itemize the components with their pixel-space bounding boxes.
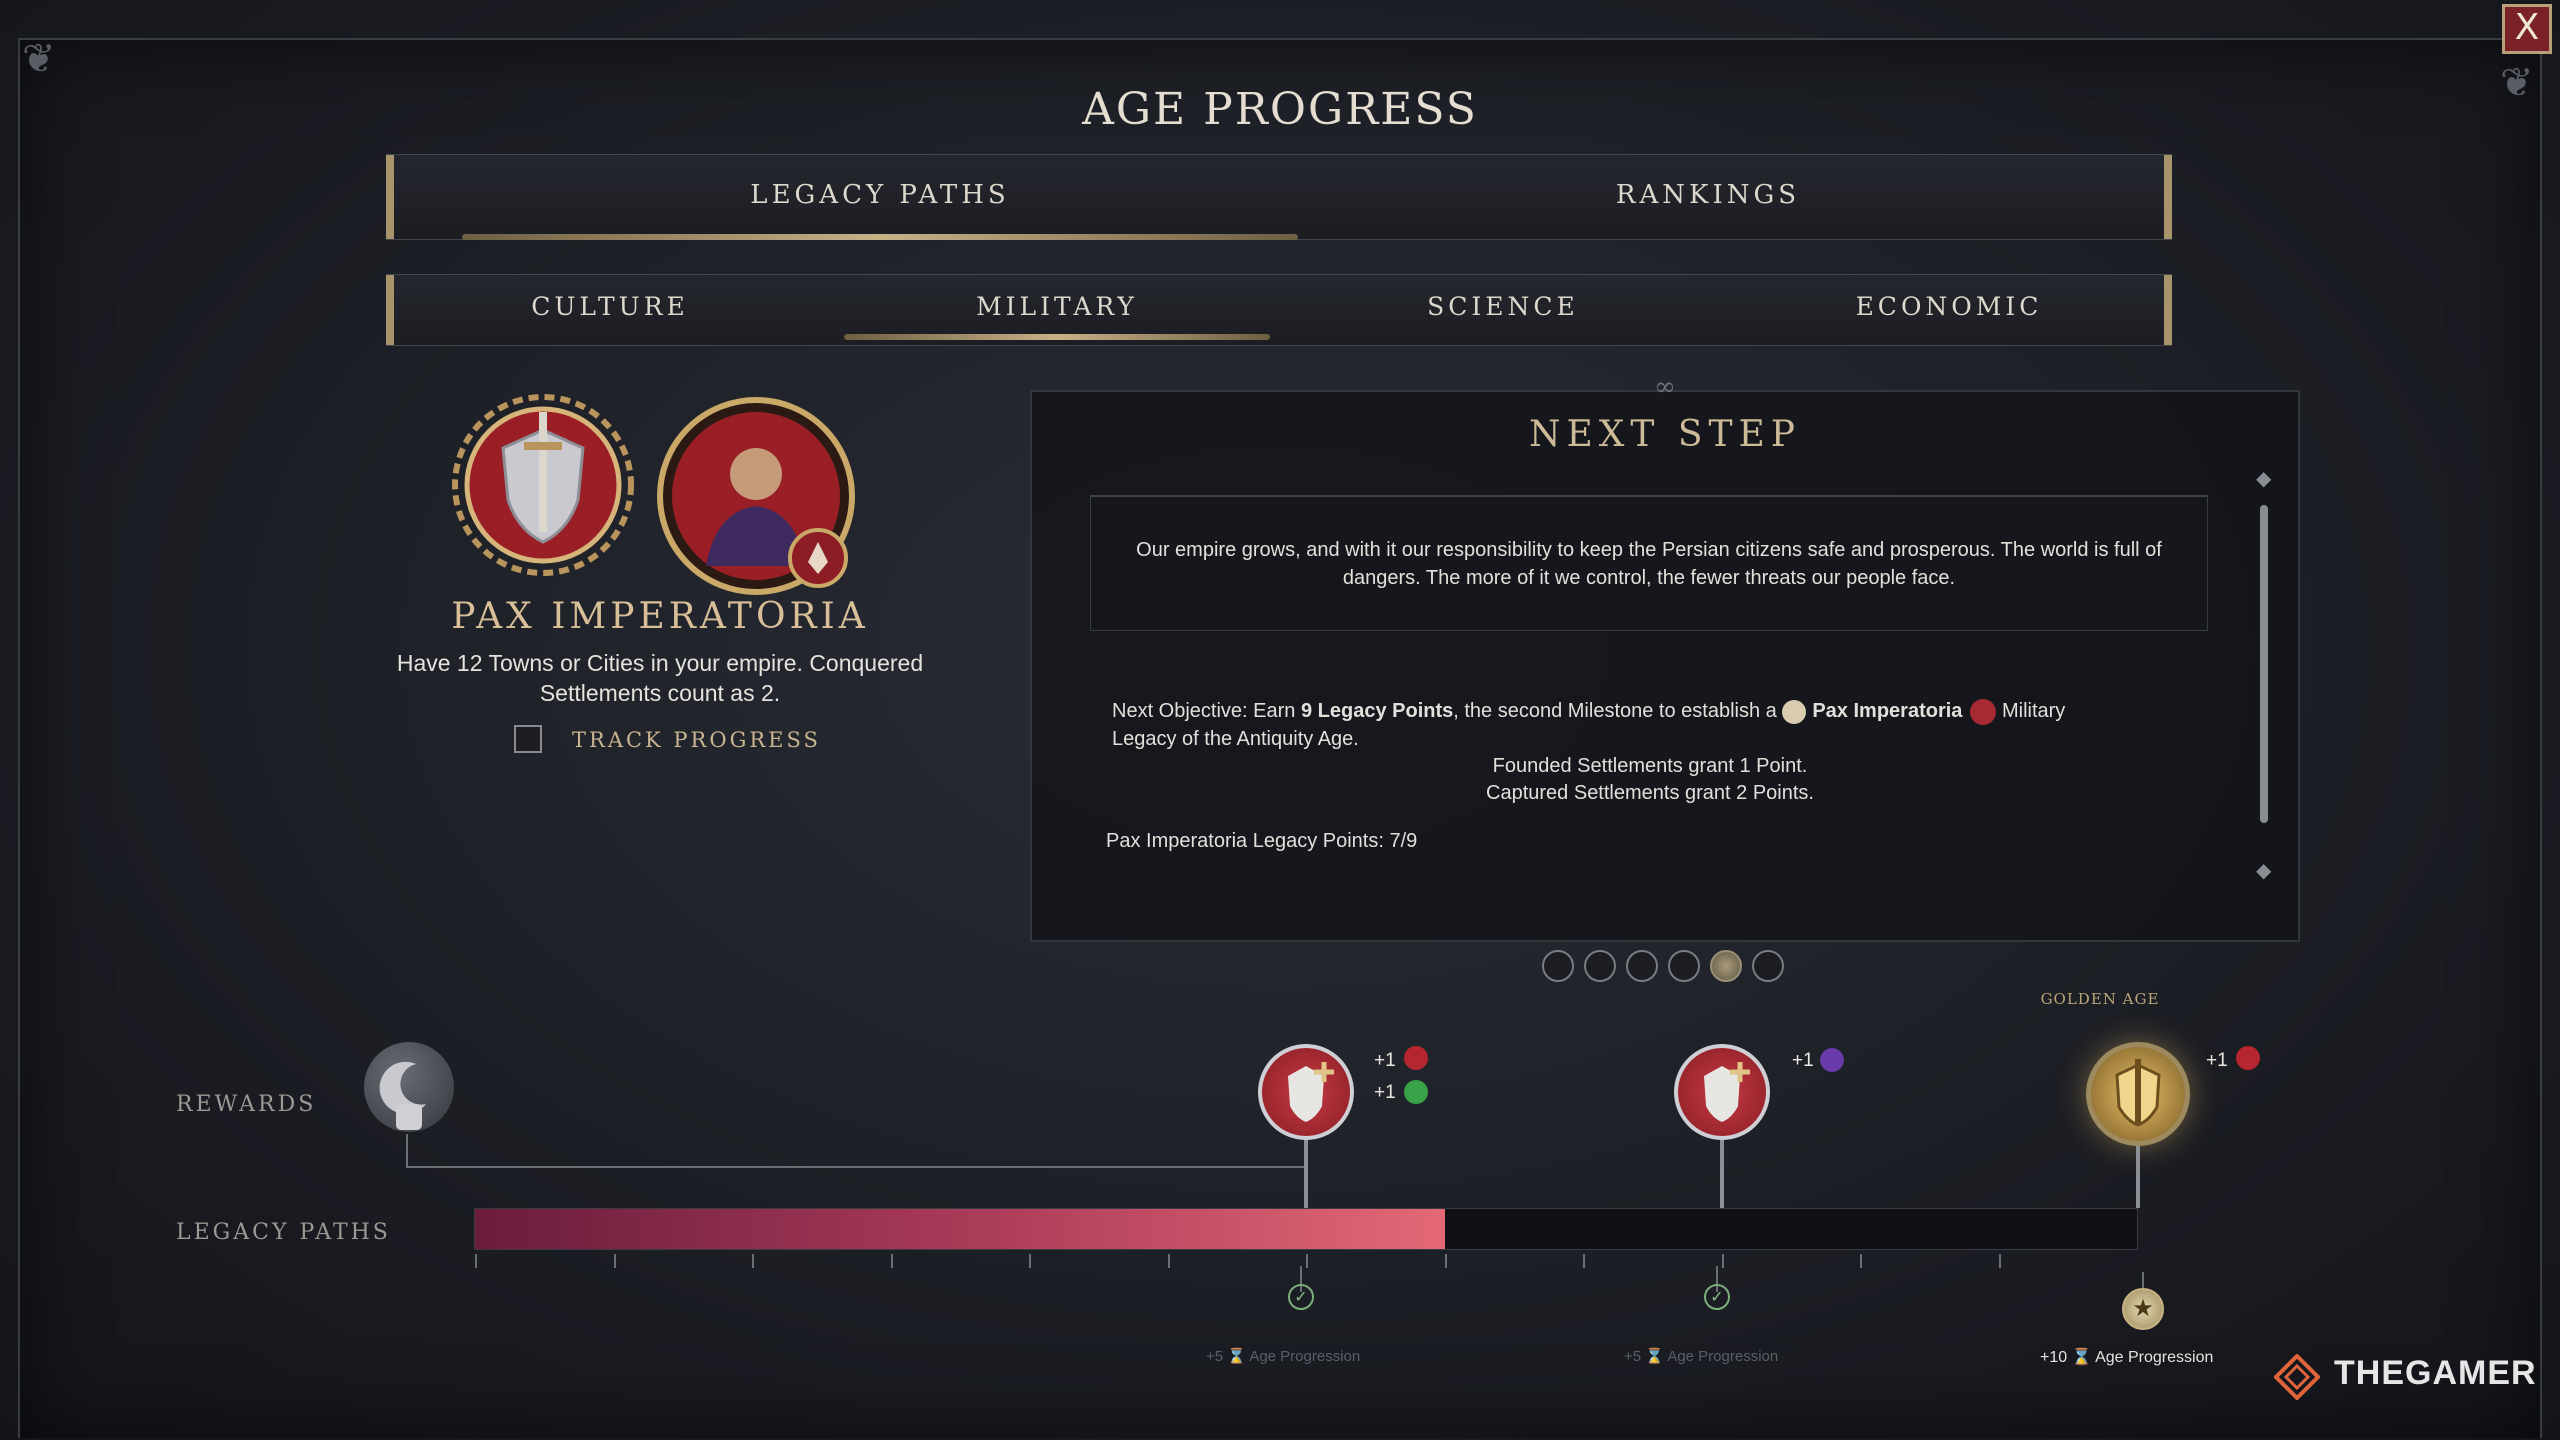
military-attribute-icon	[2236, 1046, 2260, 1070]
objective-prefix: Next Objective: Earn	[1112, 700, 1301, 722]
pager-dot-active[interactable]	[1710, 950, 1742, 982]
track-progress-label[interactable]: TRACK PROGRESS	[572, 728, 821, 752]
milestone-complete-icon: ✓	[1704, 1284, 1730, 1310]
flavor-text: Our empire grows, and with it our respon…	[1136, 539, 2162, 589]
legacy-progress-fill	[475, 1209, 1445, 1249]
panel-ornament-icon: ∞	[1654, 372, 1676, 402]
path-tab-selected-indicator	[844, 334, 1270, 340]
military-attribute-icon	[1404, 1046, 1428, 1070]
next-step-panel	[1030, 390, 2300, 942]
progress-tick	[1444, 1254, 1447, 1268]
scroll-down-icon[interactable]: ◆	[2256, 858, 2271, 883]
objective-mid: , the second Milestone to establish a	[1453, 700, 1783, 722]
progress-tick	[1998, 1254, 2001, 1268]
corner-ornament-icon: ❦	[22, 36, 56, 82]
next-objective: Next Objective: Earn 9 Legacy Points, th…	[1112, 697, 2192, 725]
lock-icon	[396, 1104, 422, 1130]
objective-legacy-name: Pax Imperatoria	[1812, 700, 1963, 722]
track-progress-checkbox[interactable]	[514, 725, 542, 753]
tab-legacy-paths[interactable]: LEGACY PATHS	[462, 180, 1298, 210]
tab-military[interactable]: MILITARY	[844, 292, 1270, 321]
golden-age-star-icon: ★	[2122, 1288, 2164, 1330]
leader-portrait-icon	[656, 396, 856, 596]
scroll-up-icon[interactable]: ◆	[2256, 466, 2271, 491]
legacy-trophy-icon	[1782, 699, 1807, 724]
objective-points: 9 Legacy Points	[1300, 700, 1454, 722]
legacy-points-line: Pax Imperatoria Legacy Points: 7/9	[1106, 830, 1418, 852]
rewards-label: REWARDS	[176, 1092, 317, 1117]
next-step-title: NEXT STEP	[1528, 414, 1802, 455]
legacy-name: PAX IMPERATORIA	[451, 596, 869, 637]
age-progression-reward: +5 ⌛ Age Progression	[1624, 1348, 1779, 1365]
diplomatic-attribute-icon	[1820, 1048, 1844, 1072]
progress-tick	[752, 1254, 754, 1268]
watermark: THEGAMER	[2334, 1354, 2537, 1392]
progress-tick	[1306, 1254, 1308, 1268]
progress-tick	[475, 1254, 477, 1268]
rule-captured: Captured Settlements grant 2 Points.	[1486, 782, 1814, 804]
progress-tick	[1860, 1254, 1862, 1268]
progress-tick	[613, 1254, 616, 1268]
pager-dot[interactable]	[1584, 950, 1616, 982]
tab-economic[interactable]: ECONOMIC	[1736, 292, 2162, 321]
progress-tick	[890, 1254, 893, 1268]
bonus-text: +1	[1374, 1082, 1396, 1103]
golden-age-reward-icon[interactable]	[2086, 1042, 2190, 1146]
attribute-reward-icon[interactable]	[1258, 1044, 1354, 1140]
reward-connector	[406, 1134, 408, 1168]
progress-tick	[1167, 1254, 1170, 1268]
progress-tick	[1583, 1254, 1585, 1268]
military-icon	[1970, 698, 1997, 725]
thegamer-logo-icon	[2273, 1353, 2321, 1401]
expansionist-attribute-icon	[1404, 1080, 1428, 1104]
golden-age-label: GOLDEN AGE	[2040, 990, 2160, 1008]
objective-suffix: Military	[1996, 700, 2066, 722]
age-progression-reward: +5 ⌛ Age Progression	[1206, 1348, 1361, 1365]
close-button[interactable]: X	[2502, 4, 2552, 54]
milestone-stem	[1720, 1140, 1724, 1208]
tab-culture[interactable]: CULTURE	[400, 292, 820, 321]
reward-connector	[406, 1166, 1306, 1168]
age-progression-reward: +10 ⌛ Age Progression	[2040, 1349, 2214, 1366]
tab-science[interactable]: SCIENCE	[1290, 292, 1716, 321]
shield-sword-laurel-icon	[448, 390, 638, 580]
progress-tick	[1721, 1254, 1724, 1268]
pager-dot[interactable]	[1542, 950, 1574, 982]
tab-selected-indicator	[462, 234, 1298, 240]
milestone-stem	[1304, 1140, 1308, 1208]
legacy-paths-label: LEGACY PATHS	[176, 1220, 391, 1245]
pager-dot[interactable]	[1626, 950, 1658, 982]
progress-tick	[1029, 1254, 1031, 1268]
rule-founded: Founded Settlements grant 1 Point.	[1492, 755, 1808, 777]
bonus-text: +1	[1792, 1050, 1814, 1071]
pager-dot[interactable]	[1752, 950, 1784, 982]
milestone-stem	[2136, 1146, 2140, 1208]
bonus-text: +1	[2206, 1050, 2228, 1071]
pager-dot[interactable]	[1668, 950, 1700, 982]
objective-line-2: Legacy of the Antiquity Age.	[1112, 728, 1359, 750]
milestone-complete-icon: ✓	[1288, 1284, 1314, 1310]
legacy-description: Have 12 Towns or Cities in your empire. …	[396, 650, 924, 706]
attribute-reward-icon[interactable]	[1674, 1044, 1770, 1140]
bonus-text: +1	[1374, 1050, 1396, 1071]
scrollbar[interactable]	[2260, 505, 2268, 823]
page-title: AGE PROGRESS	[1082, 84, 1478, 135]
tab-rankings[interactable]: RANKINGS	[1298, 180, 2118, 210]
